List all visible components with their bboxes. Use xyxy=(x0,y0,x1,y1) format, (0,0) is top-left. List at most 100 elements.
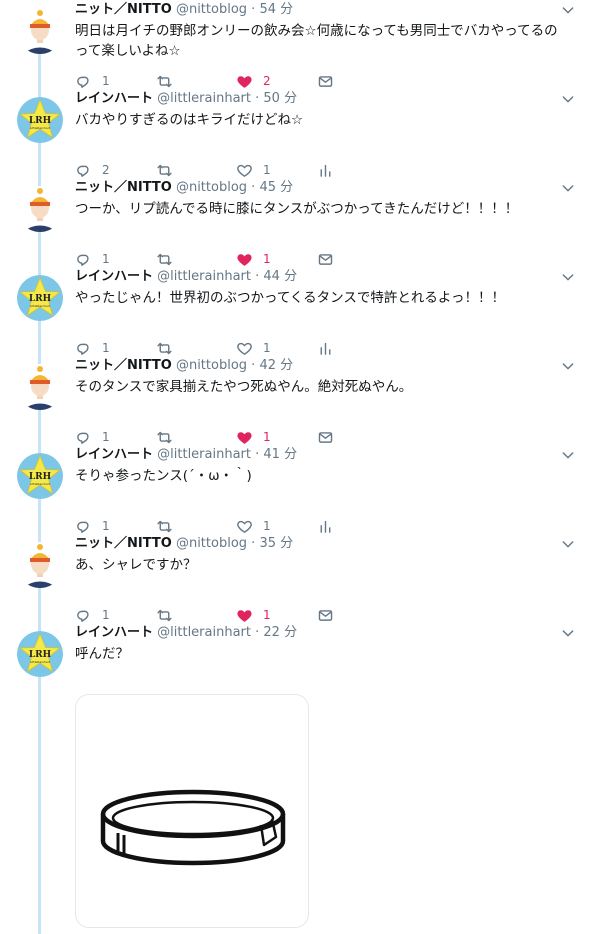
reply-count: 1 xyxy=(102,430,110,444)
like-count: 1 xyxy=(263,430,271,444)
direct-message-button[interactable] xyxy=(317,72,334,90)
like-button[interactable]: 1 xyxy=(236,161,271,179)
timestamp[interactable]: 50 分 xyxy=(263,91,297,106)
retweet-button[interactable] xyxy=(156,517,183,535)
tweet[interactable]: ニット／NITTO @nittoblog · 42 分そのタンスで家具揃えたやつ… xyxy=(0,356,596,445)
chevron-down-icon[interactable] xyxy=(560,536,576,552)
tweet-header: レインハート @littlerainhart · 50 分 xyxy=(75,89,560,109)
avatar[interactable] xyxy=(17,364,63,410)
direct-message-button[interactable] xyxy=(317,606,334,624)
retweet-button[interactable] xyxy=(156,250,183,268)
retweet-button[interactable] xyxy=(156,161,183,179)
chevron-down-icon[interactable] xyxy=(560,447,576,463)
tweet[interactable]: ニット／NITTO @nittoblog · 45 分つーか、リプ読んでる時に膝… xyxy=(0,178,596,267)
chevron-down-icon[interactable] xyxy=(560,269,576,285)
direct-message-button[interactable] xyxy=(317,428,334,446)
tweet[interactable]: ニット／NITTO @nittoblog · 54 分明日は月イチの野郎オンリー… xyxy=(0,0,596,89)
chevron-down-icon[interactable] xyxy=(560,91,576,107)
user-handle[interactable]: @littlerainhart xyxy=(157,447,251,462)
tweet[interactable]: LRH LittleRainhart レインハート @littlerainhart … xyxy=(0,445,596,534)
reply-button[interactable]: 2 xyxy=(75,161,110,179)
reply-button[interactable]: 1 xyxy=(75,72,110,90)
display-name[interactable]: レインハート xyxy=(75,269,153,284)
tweet[interactable]: LRH LittleRainhart レインハート @littlerainhart … xyxy=(0,89,596,178)
analytics-button[interactable] xyxy=(317,161,334,179)
reply-count: 1 xyxy=(102,252,110,266)
timestamp[interactable]: 54 分 xyxy=(259,2,293,17)
reply-count: 1 xyxy=(102,519,110,533)
reply-icon xyxy=(77,254,89,266)
chevron-down-icon[interactable] xyxy=(560,625,576,641)
retweet-button[interactable] xyxy=(156,606,183,624)
like-count: 2 xyxy=(263,74,271,88)
like-button[interactable]: 1 xyxy=(236,428,271,446)
like-button[interactable]: 2 xyxy=(236,72,271,90)
display-name[interactable]: ニット／NITTO xyxy=(75,2,172,17)
like-count: 1 xyxy=(263,519,271,533)
user-handle[interactable]: @nittoblog xyxy=(176,2,247,17)
like-button[interactable]: 1 xyxy=(236,250,271,268)
reply-button[interactable]: 1 xyxy=(75,517,110,535)
user-handle[interactable]: @littlerainhart xyxy=(157,91,251,106)
reply-button[interactable]: 1 xyxy=(75,606,110,624)
chevron-down-icon[interactable] xyxy=(560,180,576,196)
analytics-icon xyxy=(320,342,331,355)
avatar[interactable]: LRH LittleRainhart xyxy=(17,453,63,499)
display-name[interactable]: レインハート xyxy=(75,91,153,106)
tweet-header: レインハート @littlerainhart · 44 分 xyxy=(75,267,560,287)
avatar[interactable] xyxy=(17,542,63,588)
direct-message-button[interactable] xyxy=(317,250,334,268)
avatar[interactable] xyxy=(17,8,63,54)
analytics-button[interactable] xyxy=(317,339,334,357)
avatar-nitto-illustration xyxy=(22,366,58,410)
chevron-down-icon[interactable] xyxy=(560,358,576,374)
reply-button[interactable]: 1 xyxy=(75,428,110,446)
user-handle[interactable]: @littlerainhart xyxy=(157,269,251,284)
timestamp[interactable]: 35 分 xyxy=(259,536,293,551)
reply-button[interactable]: 1 xyxy=(75,339,110,357)
timestamp[interactable]: 45 分 xyxy=(259,180,293,195)
tweet-actions: 11 xyxy=(75,250,395,268)
retweet-icon xyxy=(157,342,172,354)
like-button[interactable]: 1 xyxy=(236,606,271,624)
timestamp[interactable]: 44 分 xyxy=(263,269,297,284)
like-button[interactable]: 1 xyxy=(236,339,271,357)
user-handle[interactable]: @nittoblog xyxy=(176,536,247,551)
avatar-nitto-illustration xyxy=(22,10,58,54)
user-handle[interactable]: @nittoblog xyxy=(176,180,247,195)
display-name[interactable]: ニット／NITTO xyxy=(75,180,172,195)
timestamp[interactable]: 41 分 xyxy=(263,447,297,462)
retweet-button[interactable] xyxy=(156,428,183,446)
tweet-text: つーか、リプ読んでる時に膝にタンスがぶつかってきたんだけど！！！！ xyxy=(75,201,519,217)
chevron-down-icon[interactable] xyxy=(560,2,576,18)
display-name[interactable]: レインハート xyxy=(75,447,153,462)
heart-filled-icon xyxy=(237,609,252,622)
display-name[interactable]: ニット／NITTO xyxy=(75,536,172,551)
avatar[interactable] xyxy=(17,186,63,232)
tweet-header: レインハート @littlerainhart · 41 分 xyxy=(75,445,560,465)
avatar[interactable]: LRH LittleRainhart xyxy=(17,275,63,321)
tweet[interactable]: LRH LittleRainhart レインハート @littlerainhart … xyxy=(0,267,596,356)
retweet-button[interactable] xyxy=(156,72,183,90)
analytics-button[interactable] xyxy=(317,517,334,535)
user-handle[interactable]: @littlerainhart xyxy=(157,625,251,640)
retweet-button[interactable] xyxy=(156,339,183,357)
timestamp[interactable]: 22 分 xyxy=(263,625,297,640)
tweet-media-image[interactable] xyxy=(75,694,309,928)
avatar[interactable]: LRH LittleRainhart xyxy=(17,631,63,677)
display-name[interactable]: ニット／NITTO xyxy=(75,358,172,373)
timestamp[interactable]: 42 分 xyxy=(259,358,293,373)
tweet[interactable]: ニット／NITTO @nittoblog · 35 分あ、シャレですか？ 1 1 xyxy=(0,534,596,623)
like-count: 1 xyxy=(263,608,271,622)
separator-dot: · xyxy=(251,269,264,284)
avatar[interactable]: LRH LittleRainhart xyxy=(17,97,63,143)
retweet-icon xyxy=(157,75,172,87)
display-name[interactable]: レインハート xyxy=(75,625,153,640)
user-handle[interactable]: @nittoblog xyxy=(176,358,247,373)
like-button[interactable]: 1 xyxy=(236,517,271,535)
heart-filled-icon xyxy=(237,75,252,88)
reply-icon xyxy=(77,165,89,177)
retweet-icon xyxy=(157,431,172,443)
reply-button[interactable]: 1 xyxy=(75,250,110,268)
reply-icon xyxy=(77,610,89,622)
